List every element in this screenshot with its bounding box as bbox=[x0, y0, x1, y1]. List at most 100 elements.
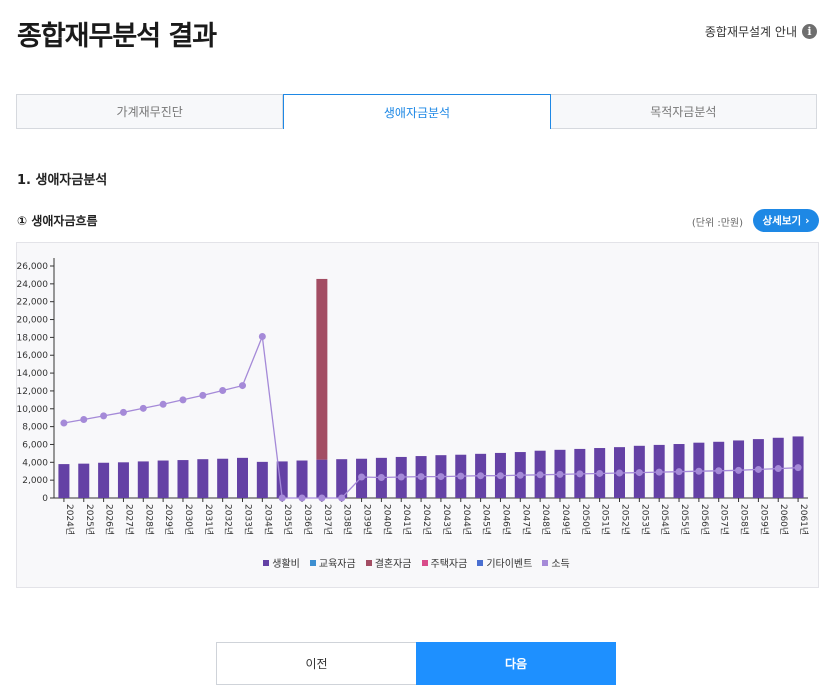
legend-swatch bbox=[365, 559, 372, 566]
bar-생활비 bbox=[237, 457, 248, 498]
income-point bbox=[675, 468, 683, 476]
bar-생활비 bbox=[58, 464, 70, 498]
next-button[interactable]: 다음 bbox=[416, 642, 616, 685]
x-tick-label: 2025년 bbox=[84, 504, 95, 535]
x-tick-label: 2061년 bbox=[798, 504, 809, 535]
bar-생활비 bbox=[217, 458, 229, 498]
bar-생활비 bbox=[197, 459, 209, 498]
legend-label: 교육자금 bbox=[318, 559, 356, 570]
x-tick-label: 2051년 bbox=[600, 504, 611, 535]
x-tick-label: 2054년 bbox=[659, 504, 670, 535]
income-point bbox=[735, 466, 743, 474]
bar-생활비 bbox=[98, 462, 110, 498]
income-point bbox=[754, 465, 762, 473]
legend-item[interactable]: 생활비 bbox=[263, 555, 300, 570]
x-tick-label: 2035년 bbox=[282, 504, 293, 535]
income-point bbox=[655, 468, 663, 476]
legend-label: 주택자금 bbox=[430, 559, 468, 570]
bar-생활비 bbox=[316, 459, 328, 498]
y-tick-label: 8,000 bbox=[22, 423, 48, 433]
legend-swatch bbox=[542, 559, 549, 566]
bar-생활비 bbox=[157, 460, 169, 498]
income-point bbox=[318, 494, 326, 502]
x-tick-label: 2052년 bbox=[620, 504, 631, 535]
x-tick-label: 2047년 bbox=[520, 504, 531, 535]
income-point bbox=[616, 469, 623, 477]
x-tick-label: 2024년 bbox=[64, 504, 75, 535]
y-tick-label: 26,000 bbox=[17, 262, 49, 272]
legend-swatch bbox=[421, 559, 428, 566]
y-tick-label: 24,000 bbox=[17, 280, 49, 290]
income-point bbox=[496, 472, 504, 480]
income-point bbox=[695, 467, 703, 475]
legend-item[interactable]: 결혼자금 bbox=[365, 555, 412, 570]
x-tick-label: 2048년 bbox=[540, 504, 551, 535]
income-point bbox=[219, 386, 227, 394]
x-tick-label: 2044년 bbox=[461, 504, 472, 535]
x-tick-label: 2032년 bbox=[223, 504, 234, 535]
lifetime-fund-chart: 0 2,000 4,000 6,000 8,000 10,000 12,000 14,000 1… bbox=[17, 258, 809, 535]
prev-button[interactable]: 이전 bbox=[216, 642, 417, 685]
y-tick-label: 10,000 bbox=[17, 405, 49, 415]
x-tick-label: 2039년 bbox=[362, 504, 373, 535]
x-tick-label: 2029년 bbox=[163, 504, 174, 535]
legend-label: 소득 bbox=[551, 559, 570, 570]
x-tick-label: 2027년 bbox=[123, 504, 134, 535]
y-tick-label: 0 bbox=[42, 494, 48, 504]
x-tick-label: 2055년 bbox=[679, 504, 690, 535]
legend-swatch bbox=[263, 559, 270, 566]
bar-생활비 bbox=[296, 460, 308, 498]
x-tick-label: 2050년 bbox=[580, 504, 591, 535]
income-point bbox=[556, 470, 564, 478]
income-point bbox=[397, 473, 405, 481]
x-tick-label: 2031년 bbox=[203, 504, 214, 535]
y-tick-label: 16,000 bbox=[17, 351, 49, 361]
income-point bbox=[774, 465, 782, 473]
income-point bbox=[119, 408, 127, 416]
x-tick-label: 2041년 bbox=[401, 504, 412, 535]
income-point bbox=[477, 472, 485, 480]
x-tick-label: 2045년 bbox=[481, 504, 492, 535]
legend-label: 기타이벤트 bbox=[486, 559, 533, 570]
x-tick-label: 2037년 bbox=[322, 504, 333, 535]
legend-item[interactable]: 소득 bbox=[542, 555, 570, 570]
legend-label: 결혼자금 bbox=[374, 559, 412, 570]
x-tick-label: 2026년 bbox=[104, 504, 115, 535]
income-point bbox=[278, 494, 286, 502]
legend-swatch bbox=[477, 559, 484, 566]
income-point bbox=[139, 404, 147, 412]
bar-생활비 bbox=[256, 461, 268, 498]
x-tick-label: 2059년 bbox=[758, 504, 769, 535]
income-point bbox=[576, 470, 584, 478]
legend-item[interactable]: 기타이벤트 bbox=[477, 555, 532, 570]
x-tick-label: 2043년 bbox=[441, 504, 452, 535]
x-tick-label: 2040년 bbox=[381, 504, 392, 535]
legend-item[interactable]: 교육자금 bbox=[309, 555, 356, 570]
y-tick-label: 6,000 bbox=[22, 440, 48, 450]
x-tick-label: 2057년 bbox=[719, 504, 730, 535]
income-point bbox=[298, 494, 306, 502]
y-tick-label: 2,000 bbox=[22, 476, 48, 486]
y-tick-label: 20,000 bbox=[17, 316, 49, 326]
y-tick-label: 4,000 bbox=[22, 458, 48, 468]
legend-item[interactable]: 주택자금 bbox=[421, 555, 468, 570]
income-line bbox=[63, 333, 799, 499]
income-point bbox=[794, 464, 802, 472]
income-point bbox=[377, 473, 385, 481]
income-point bbox=[596, 469, 604, 477]
x-tick-label: 2036년 bbox=[302, 504, 313, 535]
income-point bbox=[258, 332, 266, 340]
x-tick-label: 2038년 bbox=[342, 504, 353, 535]
chart-legend: 생활비 교육자금 결혼자금 주택자금 기타이벤트 소득 bbox=[0, 555, 833, 570]
x-tick-label: 2056년 bbox=[699, 504, 710, 535]
income-point bbox=[338, 494, 346, 502]
bar-생활비 bbox=[117, 462, 129, 498]
income-point bbox=[715, 467, 723, 475]
bar-생활비 bbox=[336, 459, 348, 498]
y-tick-label: 18,000 bbox=[17, 333, 49, 343]
y-tick-label: 22,000 bbox=[17, 298, 49, 308]
x-tick-label: 2028년 bbox=[143, 504, 154, 535]
income-point bbox=[358, 473, 366, 481]
y-tick-label: 12,000 bbox=[17, 387, 49, 397]
x-tick-label: 2033년 bbox=[243, 504, 254, 535]
